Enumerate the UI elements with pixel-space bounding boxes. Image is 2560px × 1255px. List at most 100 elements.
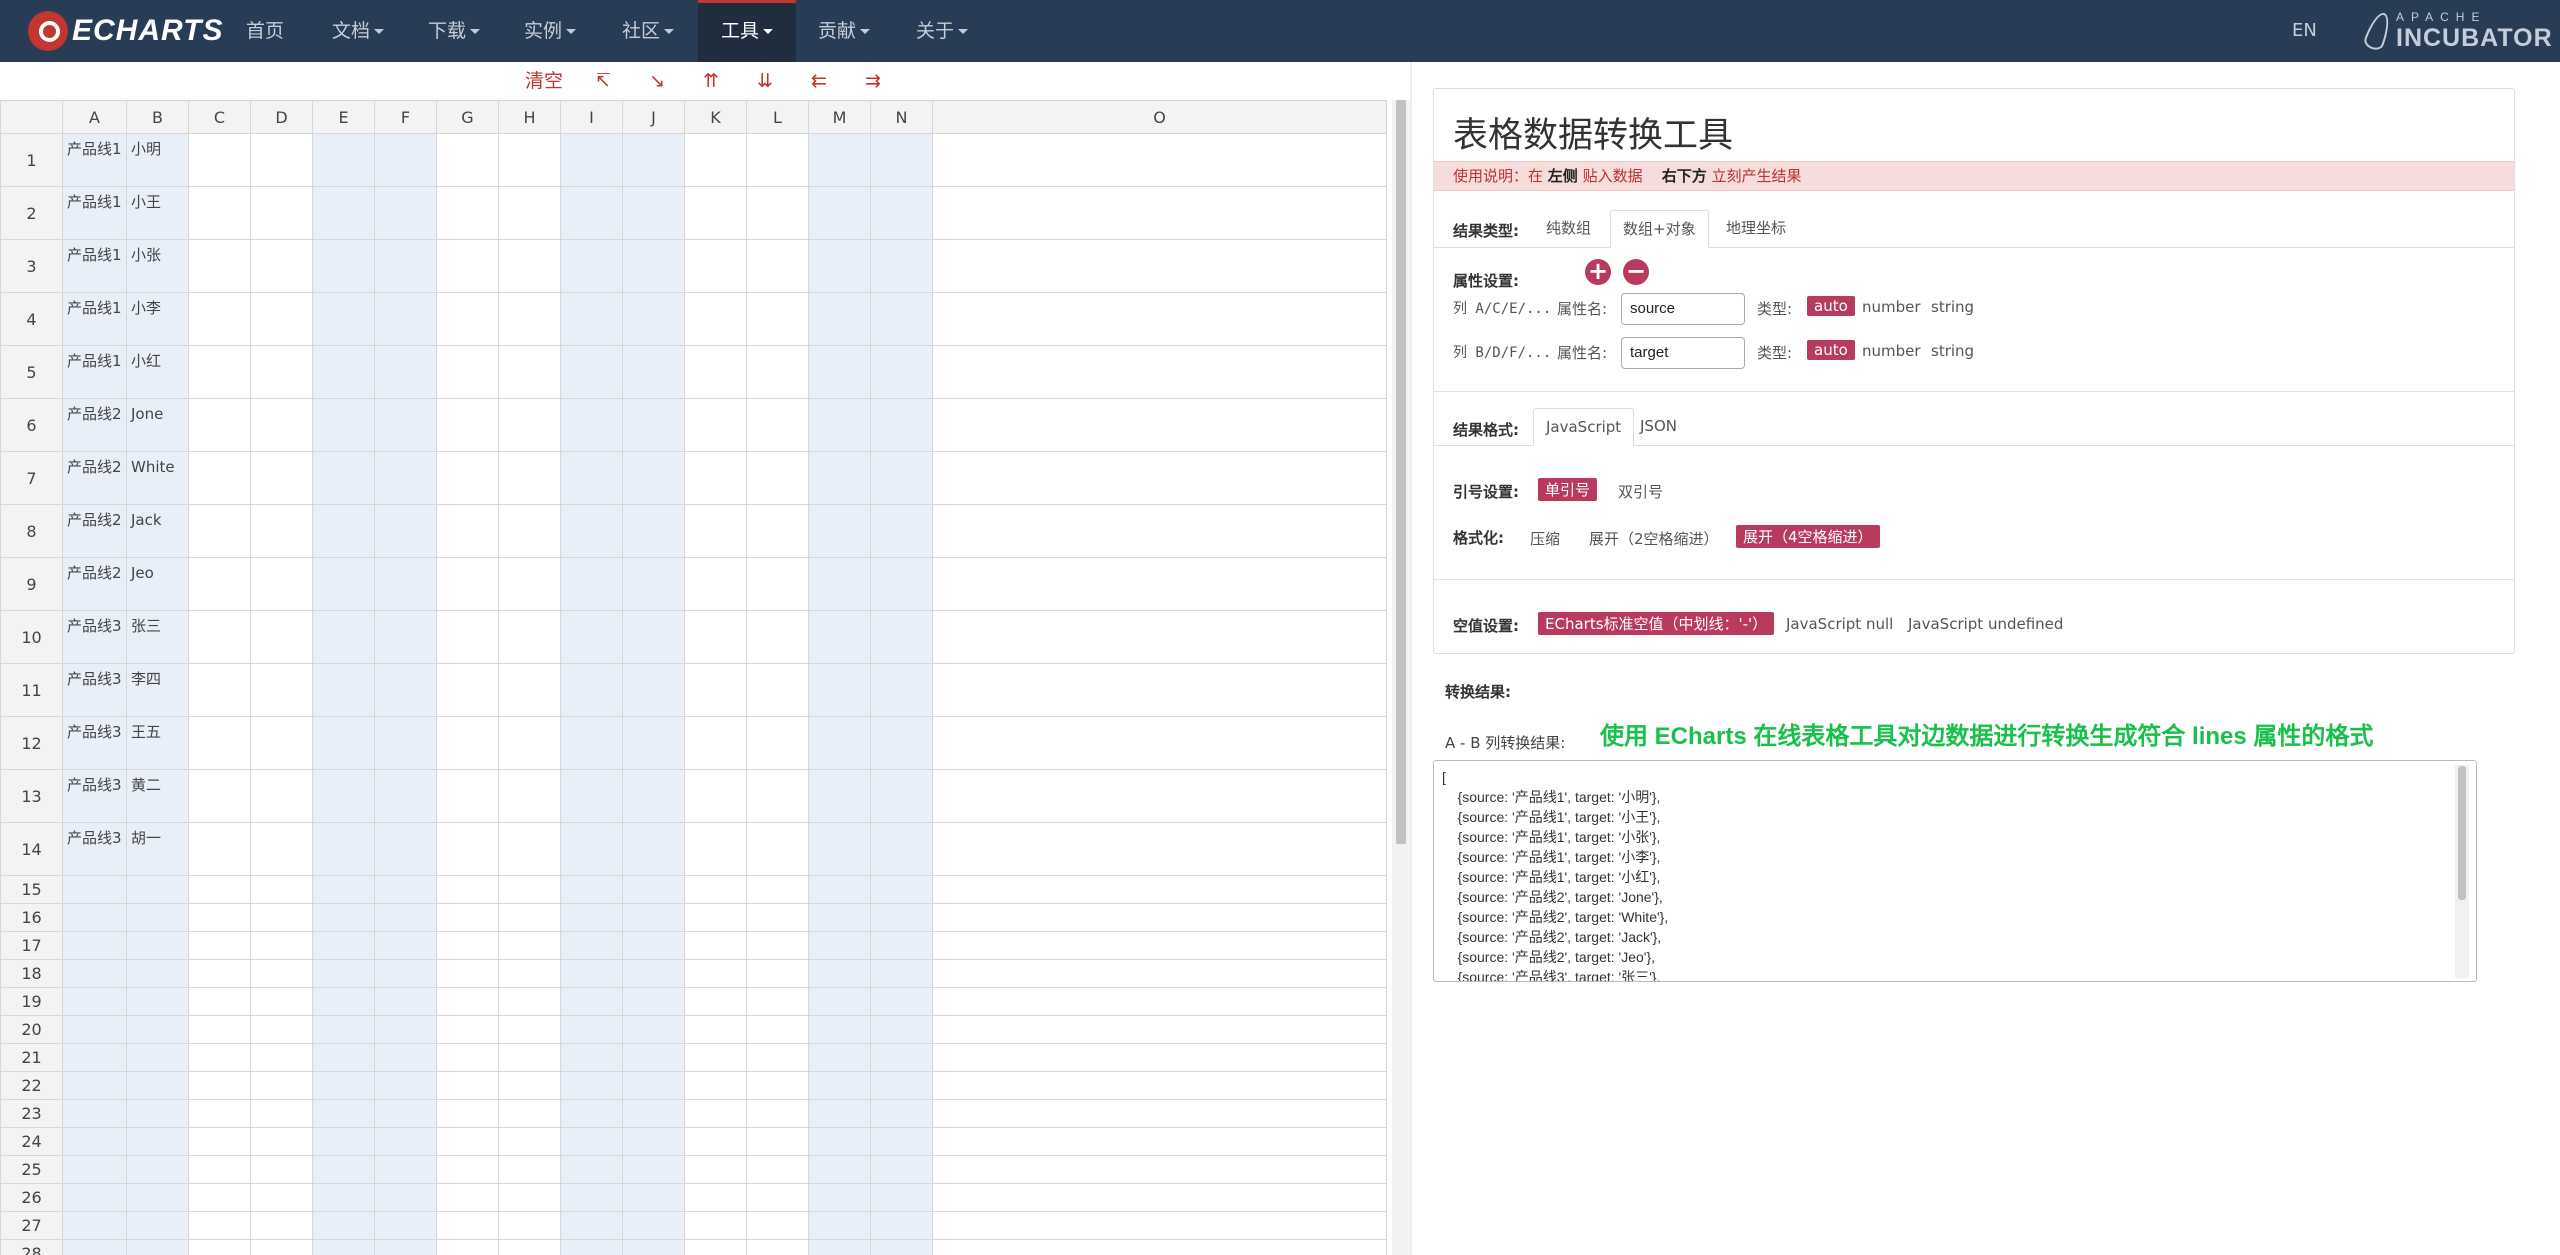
sheet-cell[interactable]: 张三 xyxy=(126,610,189,664)
sheet-cell[interactable] xyxy=(870,239,933,293)
sheet-cell[interactable] xyxy=(684,769,747,823)
sheet-scrollbar-thumb[interactable] xyxy=(1396,100,1406,844)
sheet-cell[interactable] xyxy=(250,292,313,346)
sheet-cell[interactable] xyxy=(126,1239,189,1255)
row-header[interactable]: 18 xyxy=(0,959,63,988)
row-header[interactable]: 8 xyxy=(0,504,63,558)
sheet-cell[interactable] xyxy=(870,451,933,505)
sheet-cell[interactable] xyxy=(62,1127,127,1156)
sheet-cell[interactable] xyxy=(126,903,189,932)
row-header[interactable]: 17 xyxy=(0,931,63,960)
sheet-cell[interactable] xyxy=(622,292,685,346)
sheet-cell[interactable] xyxy=(932,1071,1387,1100)
sheet-cell[interactable] xyxy=(622,959,685,988)
sheet-cell[interactable]: 产品线2 xyxy=(62,557,127,611)
sheet-cell[interactable] xyxy=(498,1211,561,1240)
sheet-cell[interactable]: 王五 xyxy=(126,716,189,770)
sheet-cell[interactable] xyxy=(498,1155,561,1184)
sheet-cell[interactable] xyxy=(436,903,499,932)
sheet-cell[interactable] xyxy=(374,875,437,904)
sheet-cell[interactable] xyxy=(560,557,623,611)
sheet-cell[interactable] xyxy=(560,987,623,1016)
sheet-cell[interactable] xyxy=(126,1127,189,1156)
sheet-cell[interactable] xyxy=(436,504,499,558)
sheet-cell[interactable] xyxy=(498,1183,561,1212)
indent-2-option[interactable]: 展开（2空格缩进） xyxy=(1589,528,1719,549)
sheet-cell[interactable] xyxy=(808,663,871,717)
sheet-cell[interactable] xyxy=(126,1211,189,1240)
sheet-cell[interactable] xyxy=(374,959,437,988)
sheet-cell[interactable] xyxy=(374,1211,437,1240)
sheet-cell[interactable] xyxy=(684,931,747,960)
sheet-cell[interactable] xyxy=(560,875,623,904)
sheet-cell[interactable] xyxy=(498,504,561,558)
sheet-cell[interactable] xyxy=(870,1071,933,1100)
sheet-cell[interactable] xyxy=(684,1043,747,1072)
sheet-cell[interactable] xyxy=(622,398,685,452)
sheet-cell[interactable] xyxy=(684,557,747,611)
sheet-cell[interactable] xyxy=(436,186,499,240)
sheet-cell[interactable]: 产品线2 xyxy=(62,398,127,452)
sheet-cell[interactable] xyxy=(870,987,933,1016)
row-header[interactable]: 12 xyxy=(0,716,63,770)
sheet-cell[interactable] xyxy=(498,1043,561,1072)
sheet-cell[interactable] xyxy=(932,1211,1387,1240)
column-header[interactable]: F xyxy=(374,100,437,134)
sheet-cell[interactable] xyxy=(312,557,375,611)
sheet-cell[interactable] xyxy=(622,1127,685,1156)
clear-button[interactable]: 清空 xyxy=(524,68,564,94)
sheet-cell[interactable] xyxy=(62,1239,127,1255)
nav-item-2[interactable]: 下载 xyxy=(418,0,490,62)
sheet-cell[interactable] xyxy=(746,292,809,346)
sheet-cell[interactable] xyxy=(870,186,933,240)
sheet-cell[interactable]: 小张 xyxy=(126,239,189,293)
sheet-cell[interactable] xyxy=(684,345,747,399)
column-header[interactable]: I xyxy=(560,100,623,134)
sheet-cell[interactable] xyxy=(188,557,251,611)
sheet-cell[interactable] xyxy=(560,931,623,960)
sheet-cell[interactable] xyxy=(622,663,685,717)
sheet-cell[interactable] xyxy=(932,959,1387,988)
sheet-cell[interactable] xyxy=(250,1099,313,1128)
sheet-cell[interactable] xyxy=(312,1015,375,1044)
sheet-cell[interactable] xyxy=(870,875,933,904)
sheet-cell[interactable] xyxy=(498,186,561,240)
sheet-cell[interactable] xyxy=(622,1099,685,1128)
sheet-cell[interactable] xyxy=(746,345,809,399)
nav-item-5[interactable]: 工具 xyxy=(698,0,796,62)
sheet-cell[interactable] xyxy=(250,1155,313,1184)
sheet-cell[interactable] xyxy=(746,398,809,452)
sheet-cell[interactable] xyxy=(560,1127,623,1156)
sheet-cell[interactable] xyxy=(374,1239,437,1255)
sheet-cell[interactable] xyxy=(436,133,499,187)
sheet-cell[interactable] xyxy=(746,931,809,960)
sheet-cell[interactable] xyxy=(250,1239,313,1255)
sheet-cell[interactable] xyxy=(312,398,375,452)
spreadsheet[interactable]: A B C D E F G H I J K L M N O 1 产品线1 小明 2 产品线1 小王 3 产品线1 小张 4 产品线… xyxy=(0,100,1390,1255)
sheet-cell[interactable] xyxy=(622,903,685,932)
sheet-cell[interactable] xyxy=(436,1183,499,1212)
sheet-cell[interactable] xyxy=(312,504,375,558)
row-header[interactable]: 11 xyxy=(0,663,63,717)
sheet-cell[interactable] xyxy=(126,1099,189,1128)
sheet-cell[interactable] xyxy=(870,292,933,346)
sheet-cell[interactable] xyxy=(188,345,251,399)
sheet-cell[interactable] xyxy=(498,931,561,960)
sheet-cell[interactable] xyxy=(374,987,437,1016)
sheet-cell[interactable] xyxy=(808,903,871,932)
sheet-cell[interactable] xyxy=(622,1043,685,1072)
sheet-cell[interactable] xyxy=(188,292,251,346)
sheet-cell[interactable] xyxy=(870,1211,933,1240)
sheet-cell[interactable] xyxy=(312,903,375,932)
sheet-cell[interactable] xyxy=(684,1015,747,1044)
sheet-cell[interactable] xyxy=(188,822,251,876)
nav-item-3[interactable]: 实例 xyxy=(514,0,586,62)
sheet-cell[interactable]: 产品线1 xyxy=(62,133,127,187)
sheet-cell[interactable] xyxy=(746,557,809,611)
sheet-cell[interactable] xyxy=(808,1211,871,1240)
language-switch[interactable]: EN xyxy=(2292,0,2317,62)
sheet-cell[interactable] xyxy=(188,398,251,452)
sheet-cell[interactable] xyxy=(560,451,623,505)
sheet-cell[interactable] xyxy=(808,557,871,611)
output-scrollbar-thumb[interactable] xyxy=(2458,766,2466,900)
